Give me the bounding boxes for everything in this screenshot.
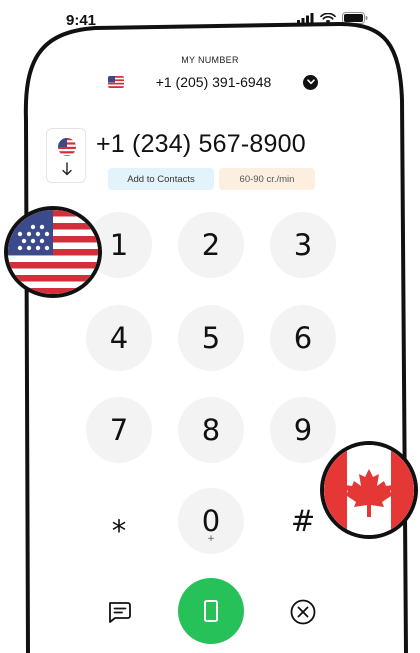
battery-icon xyxy=(342,12,368,24)
key-digit: 7 xyxy=(109,413,129,447)
key-4[interactable]: 4 xyxy=(86,305,152,371)
us-flag-icon xyxy=(58,138,76,156)
my-number-value: +1 (205) 391-6948 xyxy=(155,74,272,90)
key-7[interactable]: 7 xyxy=(86,397,152,463)
call-button[interactable] xyxy=(178,578,244,644)
key-digit: 9 xyxy=(293,413,313,447)
key-5[interactable]: 5 xyxy=(178,305,244,371)
key-2[interactable]: 2 xyxy=(178,212,244,278)
status-time: 9:41 xyxy=(66,12,97,29)
rate-badge: 60-90 cr./min xyxy=(219,168,315,190)
key-sub-label: + xyxy=(207,534,215,544)
arrow-down-icon xyxy=(62,162,72,176)
add-to-contacts-button[interactable]: Add to Contacts xyxy=(108,168,214,190)
my-number-selector[interactable]: +1 (205) 391-6948 xyxy=(108,72,318,92)
signal-icon xyxy=(297,12,314,24)
key-digit: * xyxy=(111,514,127,548)
key-digit: 2 xyxy=(201,228,221,262)
key-digit: 6 xyxy=(293,321,313,355)
my-number-label: MY NUMBER xyxy=(181,55,239,65)
dialed-number: +1 (234) 567-8900 xyxy=(96,130,306,158)
key-8[interactable]: 8 xyxy=(178,397,244,463)
key-0[interactable]: 0 + xyxy=(178,488,244,554)
us-flag-badge xyxy=(4,206,102,298)
close-circle-icon[interactable] xyxy=(288,597,318,627)
status-bar: 9:41 xyxy=(0,0,420,40)
key-6[interactable]: 6 xyxy=(270,305,336,371)
key-digit: 4 xyxy=(109,321,129,355)
key-digit: 5 xyxy=(201,321,221,355)
phone-icon xyxy=(204,600,218,622)
message-icon[interactable] xyxy=(104,597,134,627)
key-digit: 1 xyxy=(109,228,129,262)
key-digit: 3 xyxy=(293,228,313,262)
status-icons xyxy=(297,12,368,24)
key-3[interactable]: 3 xyxy=(270,212,336,278)
chevron-down-icon[interactable] xyxy=(303,74,318,90)
key-9[interactable]: 9 xyxy=(270,397,336,463)
key-digit: 8 xyxy=(201,413,221,447)
canada-flag-badge xyxy=(320,441,418,539)
key-digit: 0 xyxy=(201,504,221,538)
key-star[interactable]: * xyxy=(86,498,152,564)
country-picker[interactable] xyxy=(46,128,86,183)
wifi-icon xyxy=(320,12,336,23)
key-digit: # xyxy=(290,504,316,538)
us-flag-icon xyxy=(108,76,124,88)
